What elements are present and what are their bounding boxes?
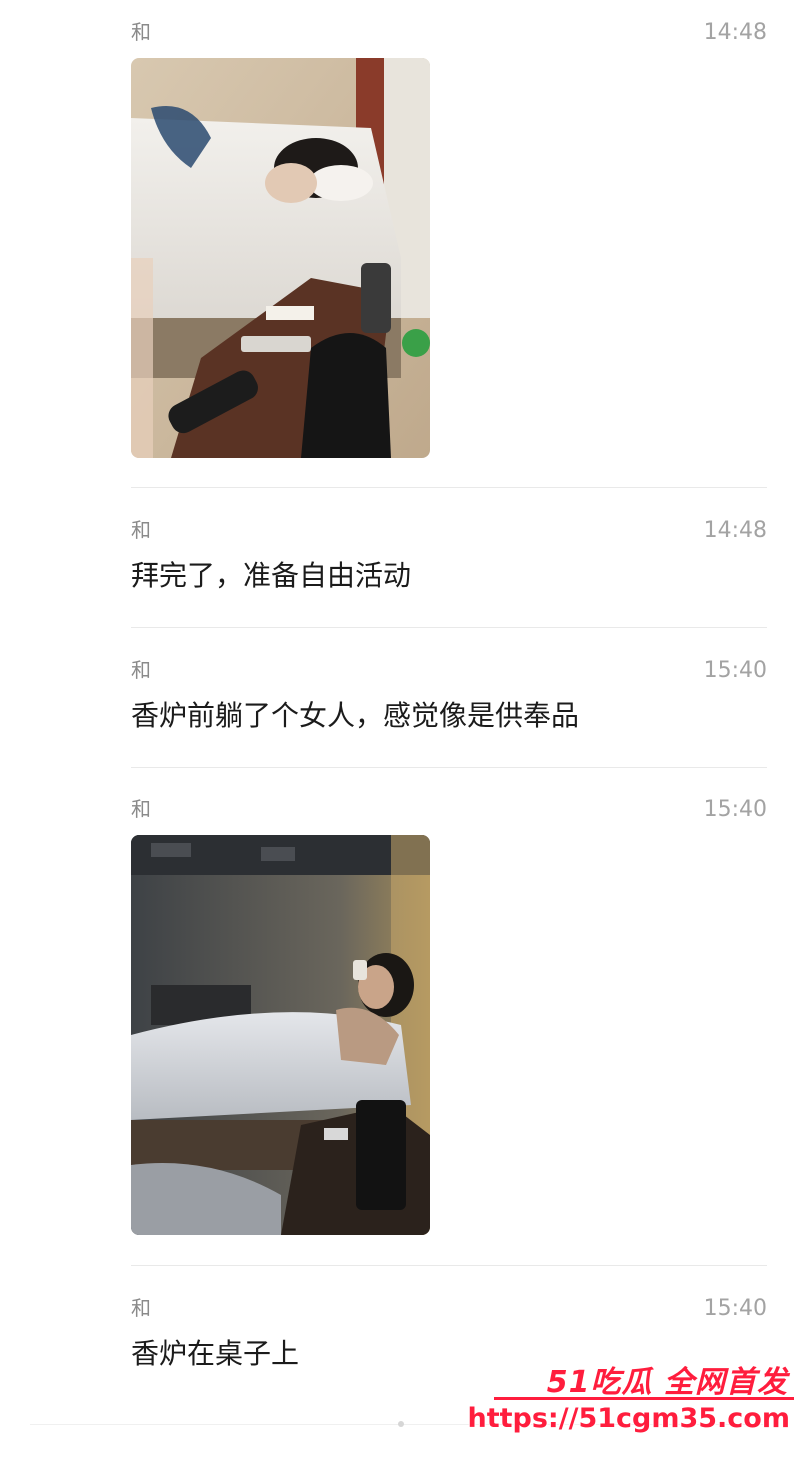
- bedroom-photo-1: [131, 58, 430, 458]
- message-time: 15:40: [703, 1296, 767, 1321]
- watermark: 51吃瓜 全网首发 https://51cgm35.com: [467, 1357, 794, 1449]
- message-time: 14:48: [703, 20, 767, 45]
- watermark-title: 51吃瓜 全网首发: [546, 1365, 788, 1400]
- sender-name: 和: [131, 797, 151, 821]
- bedroom-photo-2: [131, 835, 430, 1235]
- sender-name: 和: [131, 20, 151, 44]
- image-attachment[interactable]: [131, 835, 430, 1235]
- image-attachment[interactable]: [131, 58, 430, 458]
- message-divider: [131, 767, 767, 768]
- sender-name: 和: [131, 1296, 151, 1320]
- message-time: 15:40: [703, 658, 767, 683]
- message-text: 香炉前躺了个女人，感觉像是供奉品: [131, 699, 580, 732]
- message-time: 14:48: [703, 518, 767, 543]
- sender-name: 和: [131, 658, 151, 682]
- message-divider: [131, 1265, 767, 1266]
- sender-name: 和: [131, 518, 151, 542]
- watermark-url: https://51cgm35.com: [467, 1403, 790, 1434]
- watermark-underline: [494, 1397, 794, 1400]
- message-text: 拜完了，准备自由活动: [131, 559, 412, 592]
- message-divider: [131, 487, 767, 488]
- page-indicator-dot: [398, 1421, 404, 1427]
- message-text: 香炉在桌子上: [131, 1337, 300, 1370]
- message-time: 15:40: [703, 797, 767, 822]
- message-divider: [131, 627, 767, 628]
